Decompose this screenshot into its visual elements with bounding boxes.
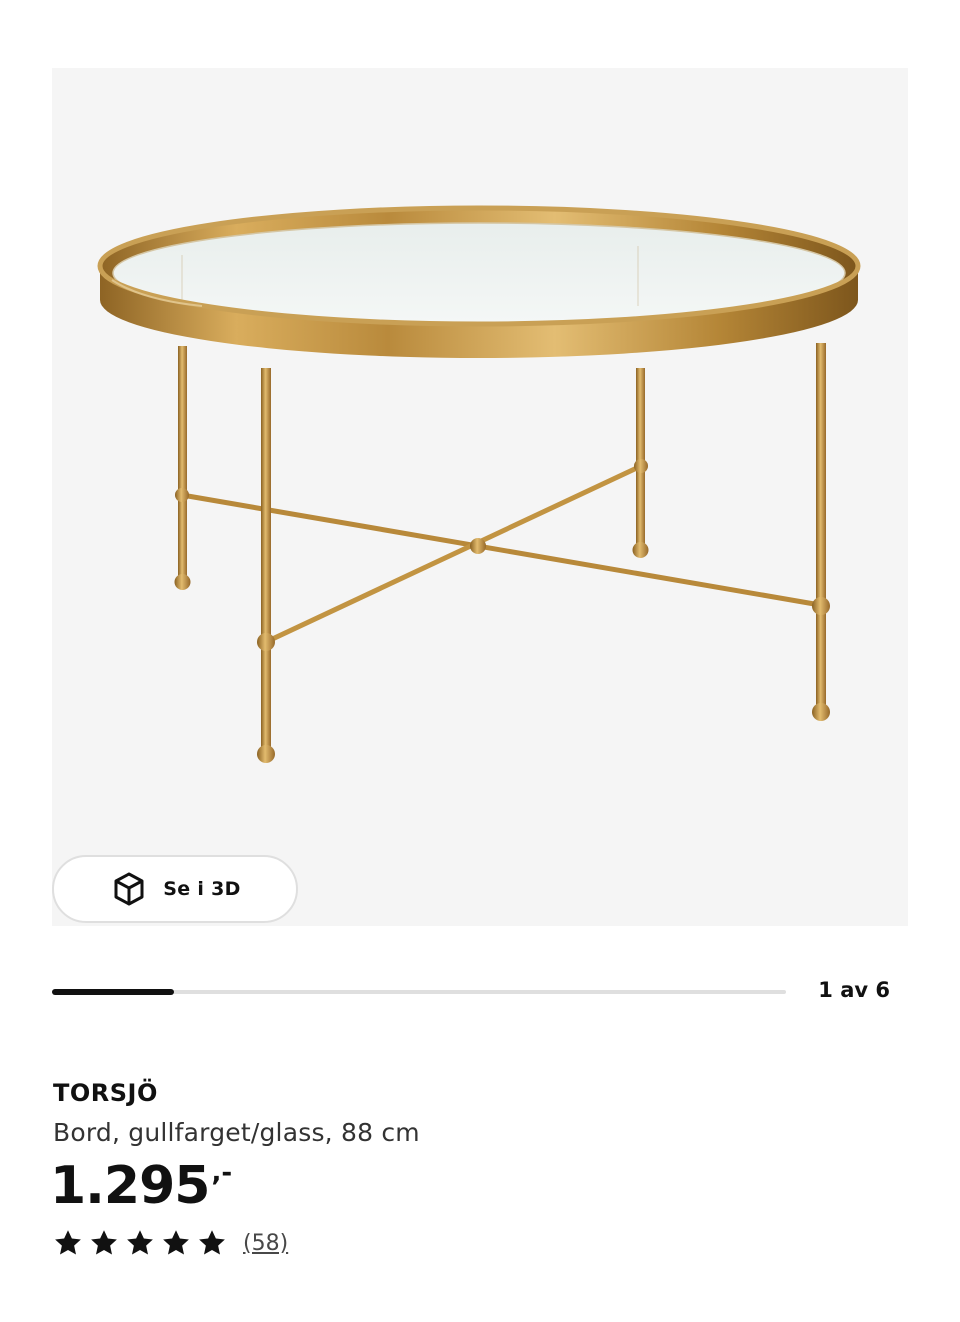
- star-icon: [127, 1230, 153, 1255]
- product-page: Se i 3D 1 av 6 TORSJÖ Bord, gullfarget/g…: [0, 0, 960, 1322]
- gallery-progress-bar[interactable]: [52, 989, 786, 995]
- product-description: Bord, gullfarget/glass, 88 cm: [53, 1118, 420, 1147]
- view-3d-label: Se i 3D: [163, 878, 241, 900]
- price-amount: 1.295: [50, 1156, 210, 1216]
- cube-3d-icon: [114, 872, 144, 906]
- product-image[interactable]: [52, 68, 908, 926]
- product-rating[interactable]: (58): [53, 1228, 288, 1258]
- star-icon: [199, 1230, 225, 1255]
- view-3d-button[interactable]: Se i 3D: [52, 855, 298, 923]
- product-name[interactable]: TORSJÖ: [53, 1079, 158, 1107]
- product-price: 1.295 ,-: [50, 1154, 232, 1218]
- price-suffix: ,-: [211, 1158, 233, 1188]
- slide-counter: 1 av 6: [818, 978, 890, 1002]
- review-count-link[interactable]: (58): [243, 1231, 288, 1256]
- star-icon: [163, 1230, 189, 1255]
- star-icon: [55, 1230, 81, 1255]
- star-icon: [91, 1230, 117, 1255]
- progress-fill: [52, 989, 174, 995]
- product-image-gallery[interactable]: [52, 68, 908, 926]
- rating-stars: [53, 1228, 227, 1258]
